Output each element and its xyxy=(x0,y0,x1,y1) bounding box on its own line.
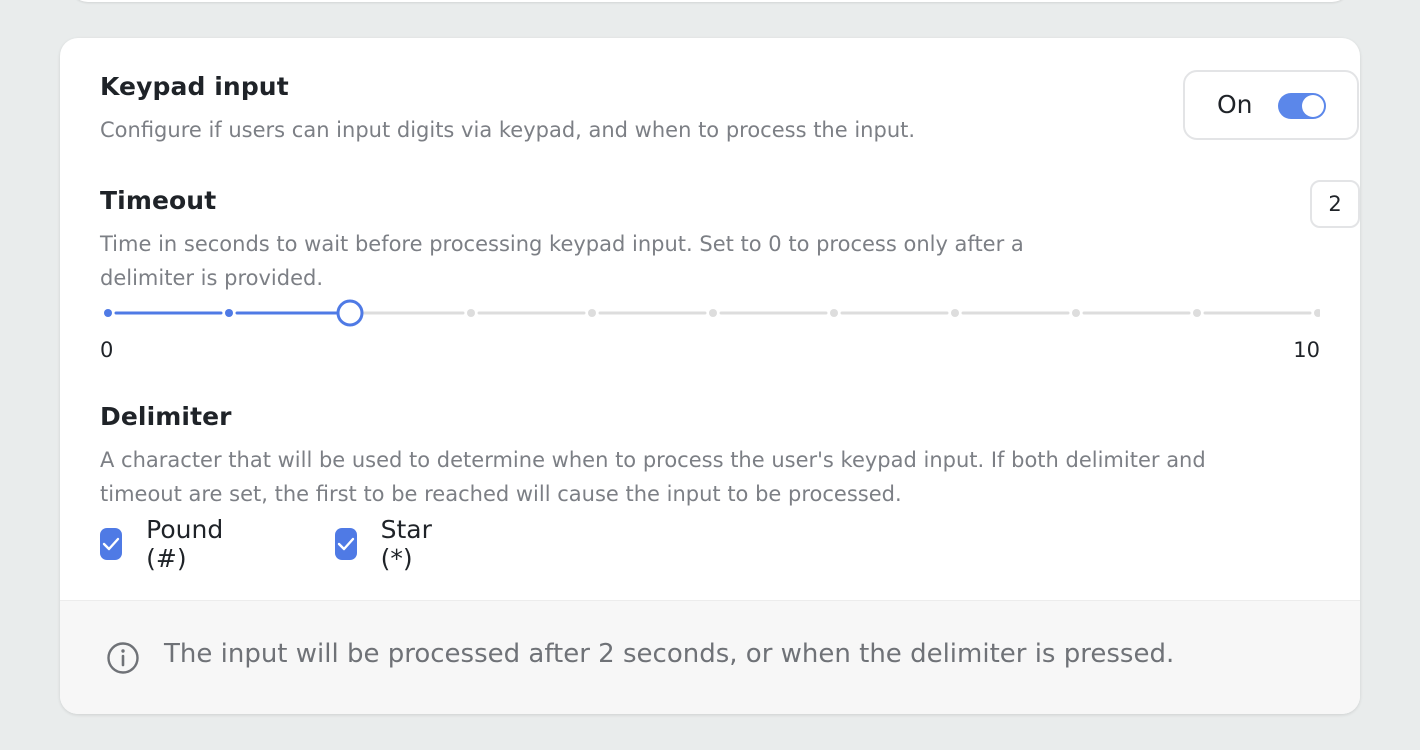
timeout-slider-track[interactable] xyxy=(100,296,1320,330)
slider-tick xyxy=(951,309,959,317)
slider-tick xyxy=(830,309,838,317)
keypad-toggle[interactable]: On xyxy=(1183,70,1359,140)
timeout-value-input[interactable]: 2 xyxy=(1310,180,1360,228)
previous-card xyxy=(70,0,1350,2)
slider-handle[interactable] xyxy=(336,299,364,327)
slider-tick xyxy=(225,309,233,317)
pound-label: Pound (#) xyxy=(146,515,224,573)
star-checkbox[interactable] xyxy=(335,528,357,560)
keypad-input-title: Keypad input xyxy=(100,72,289,101)
checkmark-icon xyxy=(337,537,355,551)
slider-tick xyxy=(1072,309,1080,317)
delimiter-description-line1: A character that will be used to determi… xyxy=(100,448,1206,472)
slider-tick xyxy=(467,309,475,317)
keypad-input-description: Configure if users can input digits via … xyxy=(100,118,916,142)
timeout-description-line2: delimiter is provided. xyxy=(100,266,323,290)
slider-max-label: 10 xyxy=(1293,338,1320,362)
pound-checkbox-option[interactable]: Pound (#) xyxy=(100,515,233,573)
timeout-slider[interactable] xyxy=(100,296,1320,330)
info-footer: The input will be processed after 2 seco… xyxy=(60,600,1360,714)
delimiter-description-line2: timeout are set, the first to be reached… xyxy=(100,482,902,506)
toggle-label: On xyxy=(1217,90,1253,119)
toggle-switch[interactable] xyxy=(1278,93,1326,119)
info-footer-text: The input will be processed after 2 seco… xyxy=(164,639,1175,669)
star-label: Star (*) xyxy=(380,515,432,573)
star-checkbox-option[interactable]: Star (*) xyxy=(335,515,442,573)
slider-tick xyxy=(104,309,112,317)
delimiter-title: Delimiter xyxy=(100,402,232,431)
slider-tick xyxy=(1193,309,1201,317)
info-icon xyxy=(107,642,139,674)
timeout-description-line1: Time in seconds to wait before processin… xyxy=(100,232,1024,256)
slider-min-label: 0 xyxy=(100,338,114,362)
checkmark-icon xyxy=(102,537,120,551)
slider-tick xyxy=(709,309,717,317)
pound-checkbox[interactable] xyxy=(100,528,123,560)
slider-tick xyxy=(1314,309,1320,317)
toggle-knob xyxy=(1302,95,1324,117)
keypad-settings-card: Keypad input Configure if users can inpu… xyxy=(60,38,1360,714)
timeout-title: Timeout xyxy=(100,186,217,215)
slider-tick xyxy=(588,309,596,317)
